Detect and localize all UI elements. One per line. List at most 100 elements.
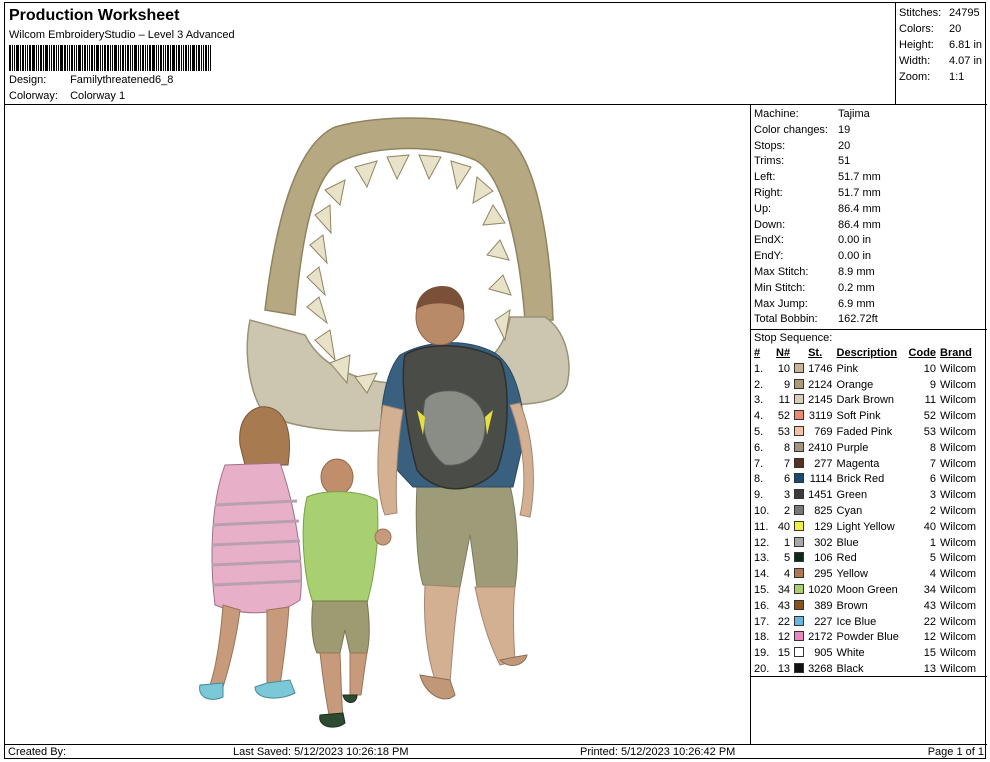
girl-hair: [239, 406, 290, 466]
boy-head: [320, 458, 354, 496]
machine-label: Left:: [754, 171, 776, 184]
stop-sequence-panel: Stop Sequence: # N# St. Description Code…: [751, 329, 987, 677]
color-swatch: [794, 378, 805, 389]
machine-value: 20: [838, 139, 851, 152]
swatch-cell: [794, 615, 808, 631]
row-description: Light Yellow: [836, 520, 895, 533]
design-preview: [5, 105, 751, 744]
barcode-bar: [76, 45, 77, 71]
row-code: 10: [923, 362, 937, 375]
table-row: 2. 9 2124 Orange 9 Wilcom: [754, 378, 980, 394]
row-description: Magenta: [836, 457, 880, 470]
machine-label: Down:: [754, 218, 786, 231]
row-needle: 12: [777, 631, 791, 644]
row-description: White: [836, 647, 865, 660]
col-header-description: Description: [836, 347, 898, 359]
machine-value: 0.2 mm: [838, 281, 875, 294]
barcode-bar: [196, 45, 197, 71]
barcode-bar: [188, 45, 189, 71]
barcode-bar: [56, 45, 57, 71]
col-header-code: Code: [908, 347, 937, 359]
row-index: 19.: [754, 647, 770, 660]
row-description: Ice Blue: [836, 615, 877, 628]
row-stitches: 2172: [808, 631, 833, 644]
row-code: 2: [929, 504, 937, 517]
machine-row: Max Stitch: 8.9 mm: [754, 265, 987, 281]
row-description: Soft Pink: [836, 410, 881, 423]
zoom-row: Zoom: 1:1: [899, 69, 987, 85]
color-swatch: [794, 599, 805, 610]
row-needle: 53: [777, 425, 791, 438]
row-brand: Wilcom: [940, 599, 977, 612]
machine-label: Min Stitch:: [754, 281, 806, 294]
machine-row: EndY: 0.00 in: [754, 249, 987, 265]
stitches-row: Stitches: 24795: [899, 5, 987, 21]
barcode-bar: [130, 45, 131, 71]
row-brand: Wilcom: [940, 378, 977, 391]
swatch-cell: [794, 457, 808, 473]
barcode-bar: [160, 45, 162, 71]
software-name: Wilcom EmbroideryStudio – Level 3 Advanc…: [9, 29, 235, 41]
row-stitches: 825: [814, 504, 833, 517]
color-swatch: [794, 662, 805, 673]
barcode-bar: [112, 45, 113, 71]
color-swatch: [794, 362, 805, 373]
color-swatch: [794, 552, 805, 563]
barcode-bar: [12, 45, 13, 71]
row-needle: 43: [777, 599, 791, 612]
width-value: 4.07 in: [949, 55, 983, 67]
barcode-bar: [94, 45, 95, 71]
barcode-bar: [25, 45, 26, 71]
barcode-bar: [149, 45, 151, 71]
swatch-cell: [794, 630, 808, 646]
machine-label: Machine:: [754, 108, 799, 120]
row-index: 10.: [754, 504, 770, 517]
barcode-bar: [114, 45, 117, 71]
row-needle: 3: [783, 489, 791, 502]
row-description: Brown: [836, 599, 868, 612]
worksheet-footer: Created By: Last Saved: 5/12/2023 10:26:…: [5, 744, 987, 759]
machine-row: Max Jump: 6.9 mm: [754, 297, 987, 313]
row-needle: 1: [783, 536, 791, 549]
row-description: Orange: [836, 378, 874, 391]
man-shorts: [415, 484, 518, 588]
swatch-cell: [794, 599, 808, 615]
machine-row: Machine: Tajima: [754, 107, 987, 123]
swatch-cell: [794, 662, 808, 678]
row-brand: Wilcom: [940, 489, 977, 502]
barcode-bar: [60, 45, 63, 71]
row-stitches: 295: [814, 568, 833, 581]
man-legs: [424, 584, 516, 684]
swatch-cell: [794, 536, 808, 552]
colors-row: Colors: 20: [899, 21, 987, 37]
row-description: Pink: [836, 362, 858, 375]
machine-info: Machine: Tajima Color changes: 19 Stops: 20 Tr…: [751, 105, 987, 330]
machine-row: Up: 86.4 mm: [754, 202, 987, 218]
page-number: Page 1 of 1: [927, 746, 984, 758]
swatch-cell: [794, 393, 808, 409]
barcode-bar: [69, 45, 70, 71]
barcode-bar: [100, 45, 101, 71]
barcode-bar: [198, 45, 200, 71]
row-brand: Wilcom: [940, 662, 977, 675]
barcode-bar: [183, 45, 184, 71]
machine-row: EndX: 0.00 in: [754, 233, 987, 249]
barcode-bar: [192, 45, 195, 71]
barcode-bar: [145, 45, 146, 71]
color-swatch: [794, 536, 805, 547]
swatch-cell: [794, 520, 808, 536]
machine-label: Up:: [754, 202, 772, 215]
table-row: 13. 5 106 Red 5 Wilcom: [754, 551, 980, 567]
machine-value: 0.00 in: [838, 234, 872, 247]
barcode-bar: [156, 45, 157, 71]
swatch-cell: [794, 472, 808, 488]
row-code: 22: [923, 615, 937, 628]
barcode-bar: [142, 45, 144, 71]
worksheet-frame: Production Worksheet Wilcom EmbroiderySt…: [4, 2, 987, 759]
swatch-cell: [794, 441, 808, 457]
color-swatch: [794, 568, 805, 579]
color-swatch: [794, 520, 805, 531]
machine-value: 86.4 mm: [838, 202, 881, 215]
barcode-bar: [172, 45, 175, 71]
table-row: 5. 53 769 Faded Pink 53 Wilcom: [754, 425, 980, 441]
